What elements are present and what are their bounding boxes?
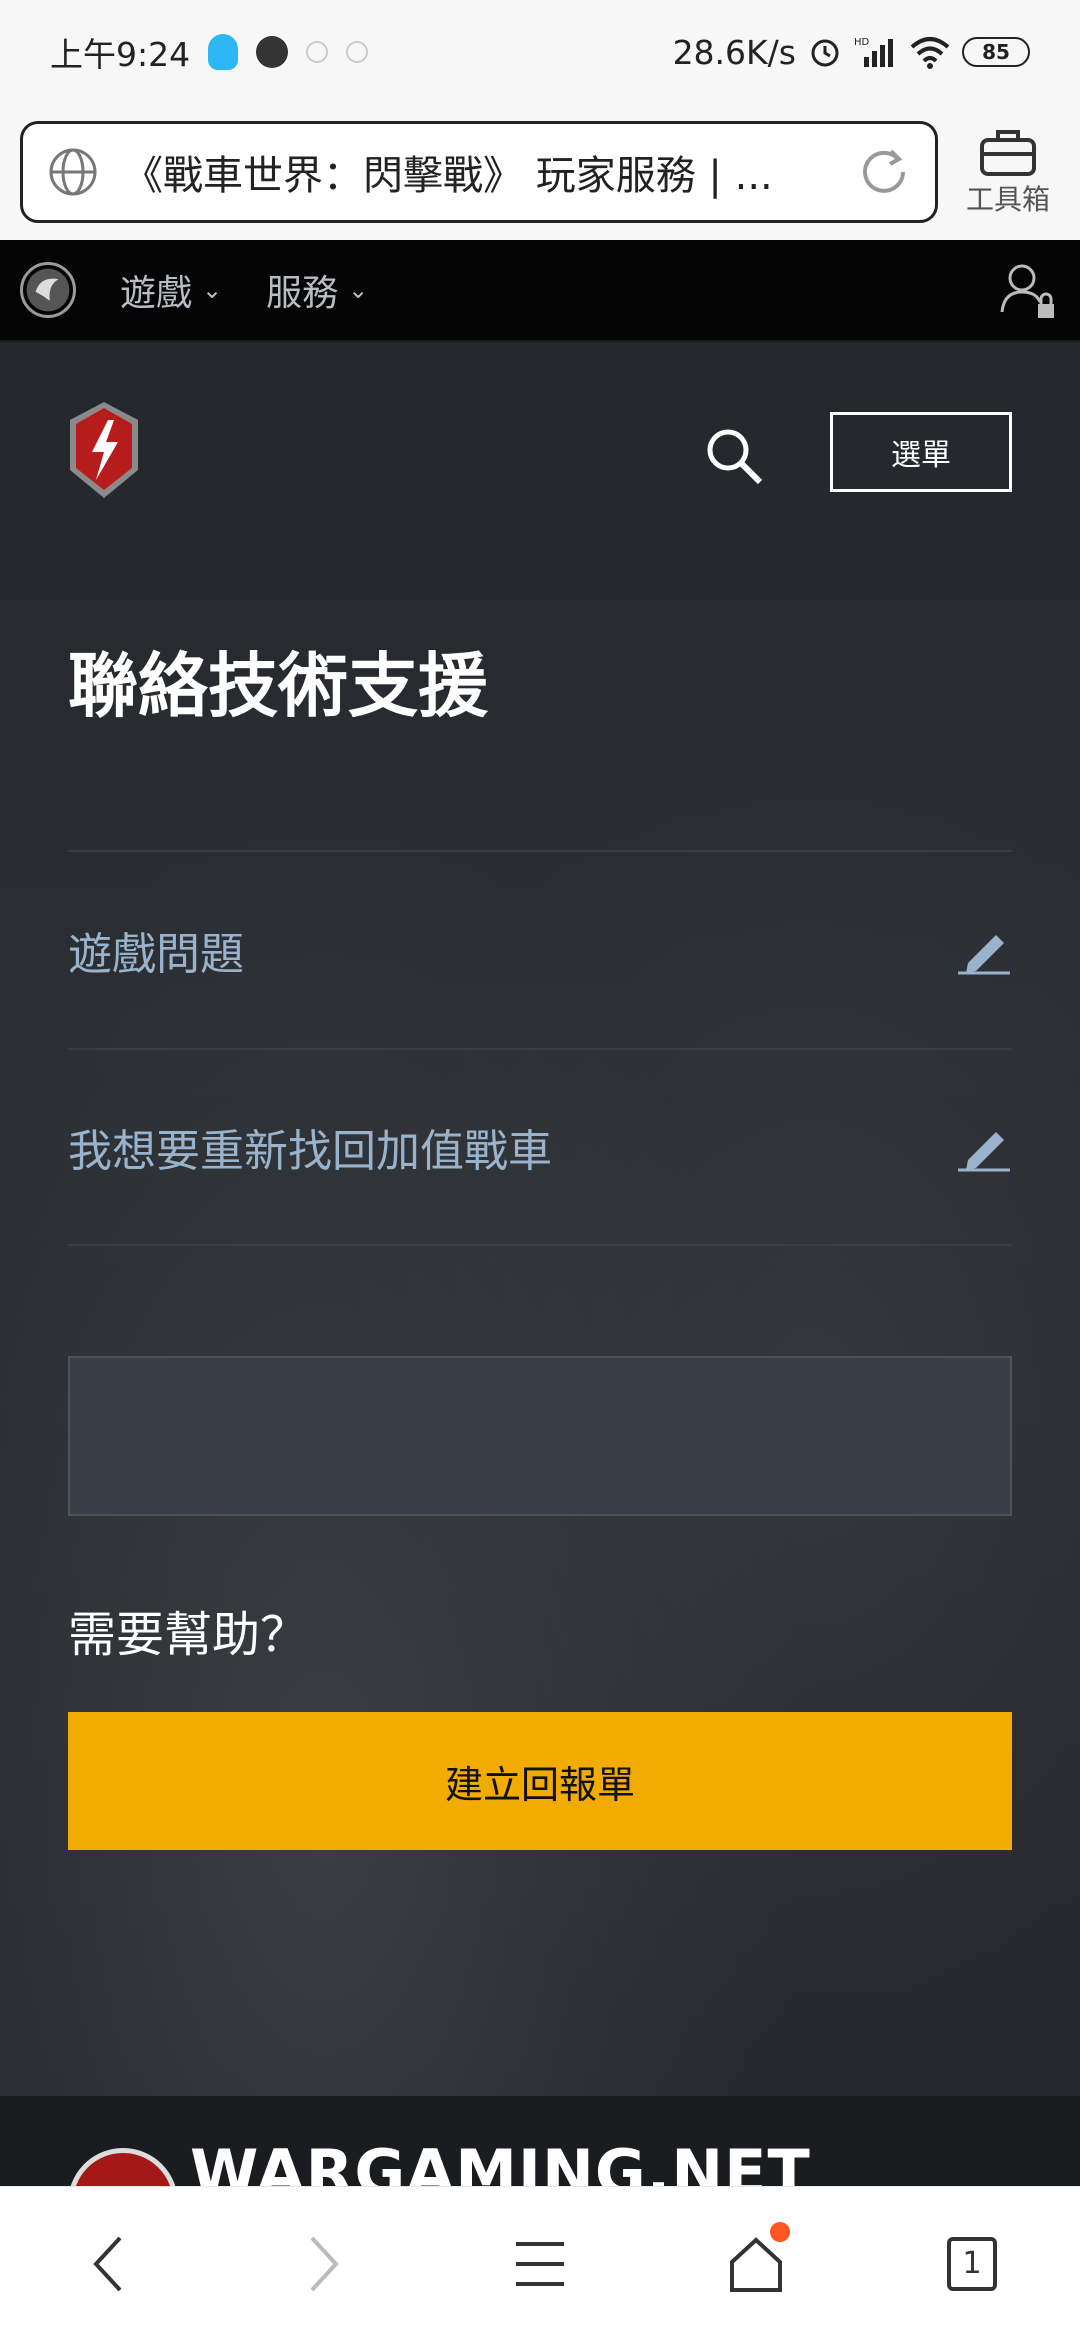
- need-help-heading: 需要幫助？: [68, 1607, 309, 1663]
- wifi-icon: [910, 37, 950, 69]
- browser-toolbar: 《戰車世界：閃擊戰》 玩家服務 | ... 工具箱: [0, 104, 1080, 240]
- wargaming-footer-logo: [68, 2148, 178, 2186]
- wg-logo-icon[interactable]: [20, 262, 76, 318]
- issue-category-row[interactable]: 遊戲問題: [68, 850, 1012, 1048]
- notification-dot: [770, 2221, 790, 2242]
- wargaming-nav-bar: 遊戲 ⌄ 服務 ⌄: [0, 240, 1080, 342]
- dim-notification-icon: [306, 41, 329, 63]
- network-speed: 28.6K/s: [672, 32, 796, 72]
- create-ticket-button[interactable]: 建立回報單: [68, 1712, 1012, 1850]
- home-icon: [730, 2236, 782, 2292]
- chevron-down-icon: ⌄: [202, 276, 223, 304]
- description-input[interactable]: [68, 1356, 1012, 1516]
- address-bar[interactable]: 《戰車世界：閃擊戰》 玩家服務 | ...: [20, 121, 938, 223]
- forward-button[interactable]: [264, 2204, 384, 2324]
- alarm-icon: [811, 39, 839, 67]
- search-icon[interactable]: [700, 422, 770, 492]
- nav-games-label: 遊戲: [120, 273, 193, 314]
- home-button[interactable]: [696, 2204, 816, 2324]
- nav-services[interactable]: 服務 ⌄: [266, 264, 368, 316]
- toolbox-button[interactable]: 工具箱: [958, 126, 1058, 218]
- forward-icon: [310, 2236, 339, 2291]
- menu-button[interactable]: 選單: [830, 412, 1012, 492]
- toolbox-label: 工具箱: [965, 183, 1050, 216]
- address-text: 《戰車世界：閃擊戰》 玩家服務 | ...: [123, 153, 773, 199]
- issue-topic-row[interactable]: 我想要重新找回加值戰車: [68, 1048, 1012, 1246]
- nav-games[interactable]: 遊戲 ⌄: [120, 264, 222, 316]
- toolbox-icon: [980, 130, 1036, 176]
- menu-icon: [516, 2241, 564, 2286]
- tabs-count: 1: [947, 2236, 997, 2291]
- app-notification-icon: [256, 36, 289, 68]
- issue-category-label: 遊戲問題: [68, 929, 244, 980]
- back-button[interactable]: [48, 2204, 168, 2324]
- svg-text:HD: HD: [854, 37, 870, 48]
- dim-notification-icon-2: [346, 41, 369, 63]
- globe-icon: [49, 148, 97, 196]
- tabs-button[interactable]: 1: [912, 2204, 1032, 2324]
- signal-icon: HD: [854, 37, 893, 67]
- user-lock-icon[interactable]: [996, 258, 1060, 322]
- blitz-logo-icon[interactable]: [66, 400, 142, 500]
- site-footer: WARGAMING.NET: [0, 2096, 1080, 2186]
- web-page: 遊戲 ⌄ 服務 ⌄ 選單 聯絡技術支援 遊戲問題 我想要重新找回加值戰車 需要幫…: [0, 240, 1080, 2186]
- issue-topic-label: 我想要重新找回加值戰車: [68, 1126, 552, 1177]
- refresh-icon[interactable]: [857, 145, 911, 199]
- status-bar: 上午9:24 28.6K/s HD 85: [0, 0, 1080, 104]
- qq-notification-icon: [208, 34, 239, 70]
- edit-pencil-icon[interactable]: [956, 1122, 1012, 1172]
- wargaming-footer-brand: WARGAMING.NET: [190, 2136, 811, 2186]
- page-title: 聯絡技術支援: [68, 645, 488, 727]
- clock: 上午9:24: [50, 35, 191, 74]
- edit-pencil-icon[interactable]: [956, 925, 1012, 975]
- battery-indicator: 85: [962, 37, 1030, 67]
- nav-services-label: 服務: [266, 273, 339, 314]
- menu-button-bottom[interactable]: [480, 2204, 600, 2324]
- chevron-down-icon: ⌄: [348, 276, 369, 304]
- back-icon: [93, 2236, 122, 2291]
- browser-bottom-nav: 1: [0, 2186, 1080, 2340]
